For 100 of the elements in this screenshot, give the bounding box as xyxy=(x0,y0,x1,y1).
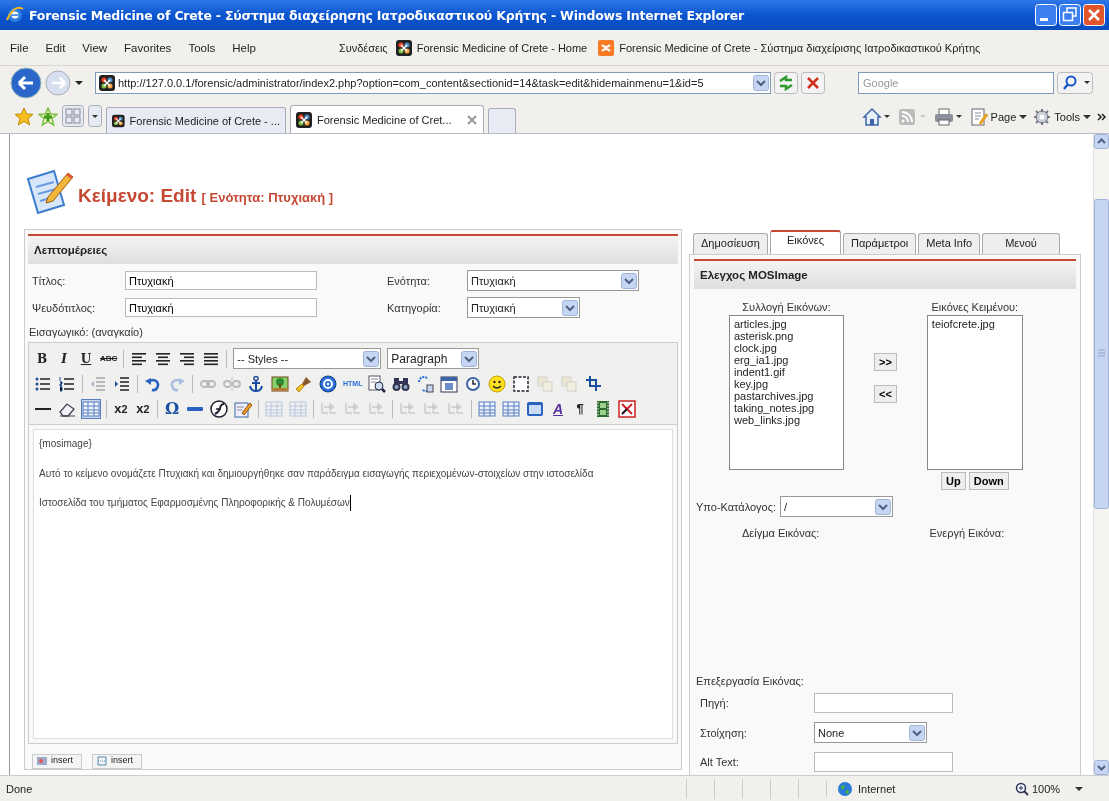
edit-icon[interactable] xyxy=(234,399,252,418)
brush-icon[interactable] xyxy=(295,374,313,393)
menu-item[interactable]: View xyxy=(82,41,108,54)
scroll-up-button[interactable] xyxy=(1094,134,1109,149)
flash-media-icon[interactable] xyxy=(210,399,228,418)
tab[interactable]: Δημοσίευση xyxy=(693,233,768,254)
favorite-link[interactable]: Forensic Medicine of Crete - Σύστημα διαχείρισης Ιατροδικαστικού Κρήτης xyxy=(598,39,981,56)
order-button[interactable]: Down xyxy=(968,472,1009,490)
scroll-down-button[interactable] xyxy=(1094,760,1109,775)
more-chevron-icon[interactable] xyxy=(1097,111,1107,122)
select-field[interactable]: None xyxy=(814,722,927,743)
stop-button[interactable] xyxy=(801,72,825,94)
move-button[interactable]: >> xyxy=(874,353,897,371)
command-menu[interactable]: Page xyxy=(969,107,1028,126)
list-option[interactable]: asterisk.png xyxy=(734,330,839,342)
command-menu[interactable]: Tools xyxy=(1033,107,1091,126)
browser-tab[interactable]: Forensic Medicine of Cret... xyxy=(290,105,484,133)
table-icon[interactable] xyxy=(82,399,100,418)
favorites-star-icon[interactable] xyxy=(14,107,34,127)
window-icon[interactable] xyxy=(526,399,544,418)
list-option[interactable]: key.jpg xyxy=(734,378,839,390)
text-field[interactable] xyxy=(814,693,953,713)
list-option[interactable]: teiofcrete.jpg xyxy=(931,318,1018,330)
minimize-button[interactable] xyxy=(1035,4,1057,26)
tab[interactable]: Παράμετροι xyxy=(842,233,917,254)
format-button[interactable]: I xyxy=(56,349,72,368)
list-option[interactable]: clock.jpg xyxy=(734,342,839,354)
menu-item[interactable]: Edit xyxy=(45,41,66,54)
dropdown-caret-icon[interactable] xyxy=(461,350,478,367)
insert-layer-icon[interactable] xyxy=(584,374,603,393)
insert-button[interactable]: insert xyxy=(32,754,82,769)
select-field[interactable]: / xyxy=(780,496,894,517)
tab[interactable]: Εικόνες xyxy=(770,230,841,254)
dropdown-caret-icon[interactable] xyxy=(875,498,892,515)
tab[interactable]: Μενού xyxy=(982,233,1060,254)
editor-area[interactable]: {mosimage} Αυτό το κείμενο ονομάζετε Πτυχιακή και δημιουργήθηκε σαν παράδειγμα εισαγωγής περιεχομένων-στοιχείων στην ιστοσελίδα Ιστοσελίδα του τμήματος Εφαρμοσμένης Πληροφορικής & Πολυμέσων xyxy=(33,429,673,739)
menu-item[interactable]: File xyxy=(10,41,29,54)
help-icon[interactable] xyxy=(319,374,337,393)
format-button[interactable]: B xyxy=(34,349,50,368)
insert-button[interactable]: insert xyxy=(92,754,143,769)
order-button[interactable]: Up xyxy=(941,472,966,490)
table-icon[interactable] xyxy=(478,399,496,418)
dropdown-caret-icon[interactable] xyxy=(562,299,578,316)
list-option[interactable]: web_links.jpg xyxy=(734,414,839,426)
delete-icon[interactable] xyxy=(618,399,636,418)
print-icon[interactable] xyxy=(933,106,964,127)
close-button[interactable] xyxy=(1083,4,1105,26)
history-caret-icon[interactable] xyxy=(74,79,84,87)
select-field[interactable]: Paragraph xyxy=(387,348,480,369)
select-field[interactable]: Πτυχιακή xyxy=(467,297,580,318)
menu-item[interactable]: Tools xyxy=(188,41,216,54)
menu-item[interactable]: Favorites xyxy=(124,41,172,54)
scrollbar-thumb[interactable] xyxy=(1094,199,1109,509)
list-option[interactable]: taking_notes.jpg xyxy=(734,402,839,414)
anchor-icon[interactable] xyxy=(247,374,265,393)
calendar-icon[interactable] xyxy=(440,374,459,393)
zoom-control[interactable]: 100% xyxy=(1007,781,1075,796)
select-field[interactable]: -- Styles -- xyxy=(233,348,382,369)
browser-tab[interactable]: Forensic Medicine of Crete - ... xyxy=(106,107,286,133)
address-field[interactable]: http://127.0.0.1/forensic/administrator/index2.php?option=com_content&sectionid=14&task=edit&hidemainmenu=1&id=5 xyxy=(95,72,771,94)
preview-icon[interactable] xyxy=(368,374,387,393)
tab[interactable]: Meta Info xyxy=(918,233,981,254)
format-button[interactable]: Ω xyxy=(164,399,180,418)
list-option[interactable]: indent1.gif xyxy=(734,366,839,378)
text-field[interactable] xyxy=(814,752,953,772)
film-strip-icon[interactable] xyxy=(594,399,612,418)
search-field[interactable]: Google xyxy=(858,72,1054,94)
clock-icon[interactable] xyxy=(464,374,483,393)
close-tab-icon[interactable] xyxy=(466,113,478,126)
select-field[interactable]: Πτυχιακή xyxy=(467,270,639,291)
format-button[interactable]: ¶ xyxy=(572,399,588,418)
format-button[interactable]: ABC xyxy=(100,349,118,368)
table-icon[interactable] xyxy=(502,399,520,418)
smiley-icon[interactable] xyxy=(488,374,507,393)
menu-item[interactable]: Help xyxy=(232,41,256,54)
dropdown-caret-icon[interactable] xyxy=(363,350,380,367)
dropdown-caret-icon[interactable] xyxy=(621,272,637,289)
text-field[interactable]: Πτυχιακή xyxy=(125,271,317,290)
favorite-link[interactable]: Forensic Medicine of Crete - Home xyxy=(395,39,588,56)
list-option[interactable]: articles.jpg xyxy=(734,318,839,330)
layer-box-icon[interactable] xyxy=(512,374,531,393)
format-button[interactable]: A xyxy=(550,399,566,418)
image-listbox[interactable]: teiofcrete.jpg xyxy=(926,315,1023,470)
move-button[interactable]: << xyxy=(874,385,897,403)
numbered-list-icon[interactable] xyxy=(58,374,76,393)
replace-icon[interactable] xyxy=(416,374,435,393)
list-option[interactable]: erg_ia1.jpg xyxy=(734,354,839,366)
format-button[interactable]: U xyxy=(78,349,94,368)
zoom-caret-icon[interactable] xyxy=(1075,785,1083,792)
list-option[interactable]: pastarchives.jpg xyxy=(734,390,839,402)
add-favorite-icon[interactable] xyxy=(38,107,58,127)
tab-list-caret-icon[interactable] xyxy=(88,105,102,127)
restore-button[interactable] xyxy=(1059,4,1081,26)
refresh-button[interactable] xyxy=(774,72,798,94)
home-icon[interactable] xyxy=(861,106,892,127)
dropdown-caret-icon[interactable] xyxy=(753,75,769,91)
dropdown-caret-icon[interactable] xyxy=(909,724,925,741)
text-field[interactable]: Πτυχιακή xyxy=(125,298,317,317)
image-listbox[interactable]: articles.jpg asterisk.png clock.jpg erg_ia1.jpg indent1.gif key.jpg pastarchives.jpg taking_notes.jpg web_links.jpg xyxy=(729,315,844,470)
landscape-image-icon[interactable] xyxy=(271,374,289,393)
